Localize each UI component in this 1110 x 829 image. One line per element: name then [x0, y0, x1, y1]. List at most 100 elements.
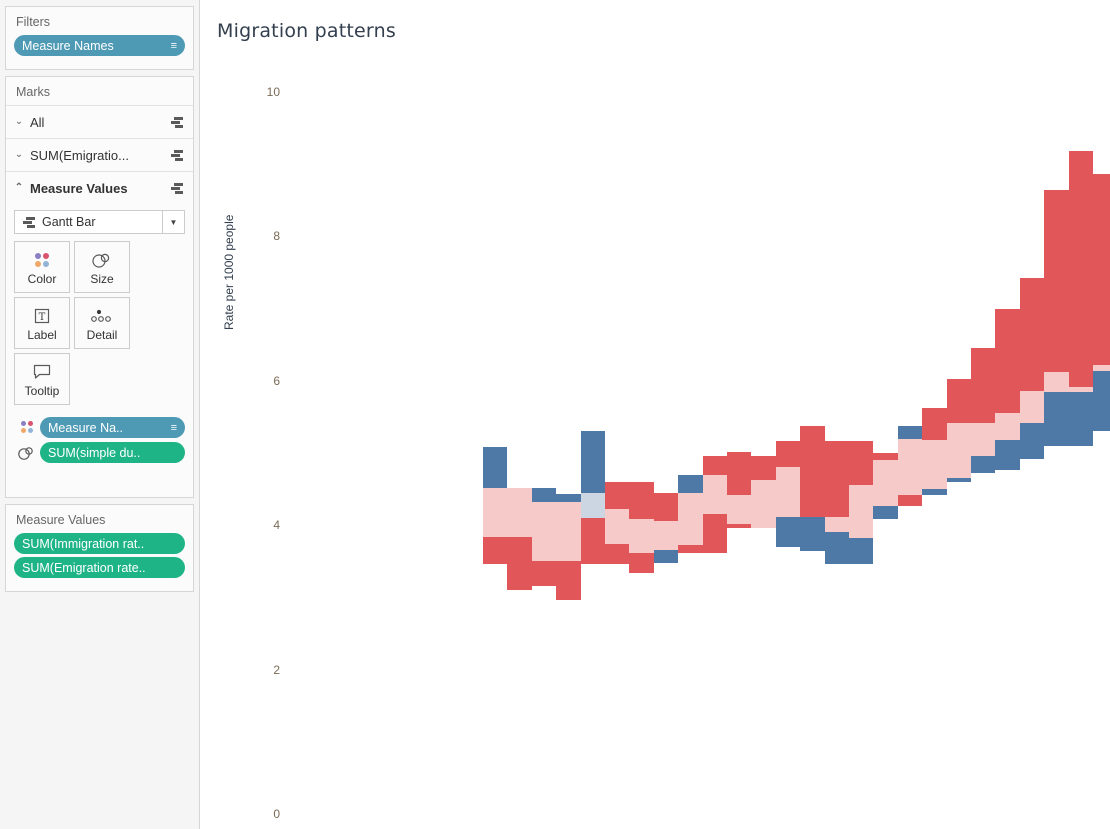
bar-overlap-emigration[interactable]: [947, 423, 971, 478]
bar-overlap-emigration[interactable]: [898, 439, 922, 495]
bar-immigration[interactable]: [1093, 371, 1110, 432]
bar-emigration[interactable]: [1020, 278, 1044, 391]
bar-immigration[interactable]: [532, 488, 556, 502]
bar-emigration[interactable]: [605, 482, 629, 509]
bar-immigration[interactable]: [678, 475, 702, 494]
bar-immigration[interactable]: [1044, 392, 1068, 445]
bar-overlap-emigration[interactable]: [971, 423, 995, 456]
encoding-pill-sum-simple-duration[interactable]: SUM(simple du..: [40, 442, 185, 463]
measure-values-card-title: Measure Values: [6, 505, 193, 533]
bar-overlap-emigration[interactable]: [825, 517, 849, 533]
bar-emigration[interactable]: [629, 553, 653, 572]
mark-type-dropdown[interactable]: Gantt Bar ▼: [14, 210, 185, 234]
bar-emigration[interactable]: [507, 537, 531, 590]
bar-immigration[interactable]: [654, 550, 678, 563]
color-shelf-button[interactable]: Color: [14, 241, 70, 293]
bar-overlap-emigration[interactable]: [995, 413, 1019, 440]
bar-overlap-emigration[interactable]: [678, 493, 702, 544]
bar-overlap-emigration[interactable]: [605, 509, 629, 544]
chevron-up-icon: ⌃: [12, 183, 26, 193]
bar-overlap-emigration[interactable]: [483, 488, 507, 537]
bar-overlap-emigration[interactable]: [1069, 387, 1093, 393]
bar-emigration[interactable]: [727, 524, 751, 528]
bar-emigration[interactable]: [849, 441, 873, 485]
bar-emigration[interactable]: [947, 379, 971, 422]
bar-overlap-emigration[interactable]: [751, 480, 775, 528]
bar-immigration[interactable]: [898, 426, 922, 439]
size-shelf-button[interactable]: Size: [74, 241, 130, 293]
bar-emigration[interactable]: [776, 441, 800, 467]
bar-emigration[interactable]: [556, 561, 580, 601]
bar-emigration[interactable]: [605, 544, 629, 564]
bar-immigration[interactable]: [995, 440, 1019, 470]
bar-emigration[interactable]: [898, 495, 922, 507]
bar-emigration[interactable]: [703, 514, 727, 553]
bar-immigration[interactable]: [947, 478, 971, 482]
bar-immigration[interactable]: [922, 489, 946, 495]
bar-emigration[interactable]: [825, 441, 849, 516]
detail-shelf-button[interactable]: Detail: [74, 297, 130, 349]
marks-row-measure-values[interactable]: ⌃ Measure Values: [6, 171, 193, 204]
bar-emigration[interactable]: [873, 453, 897, 460]
bar-overlap-emigration[interactable]: [849, 485, 873, 538]
bar-emigration[interactable]: [751, 456, 775, 481]
filter-pill-measure-names[interactable]: Measure Names ≡: [14, 35, 185, 56]
bar-emigration[interactable]: [483, 537, 507, 564]
bar-immigration[interactable]: [849, 538, 873, 564]
bar-overlap-emigration[interactable]: [1044, 372, 1068, 392]
bar-emigration[interactable]: [654, 493, 678, 520]
marks-row-all[interactable]: ⌄ All: [6, 105, 193, 138]
bar-immigration[interactable]: [800, 517, 824, 552]
bar-immigration[interactable]: [581, 431, 605, 494]
filter-pill-label: Measure Names: [22, 39, 165, 53]
bar-emigration[interactable]: [532, 561, 556, 586]
bar-emigration[interactable]: [703, 456, 727, 475]
bar-emigration[interactable]: [1044, 190, 1068, 372]
bar-immigration[interactable]: [556, 494, 580, 502]
bar-emigration[interactable]: [800, 426, 824, 517]
gantt-bar-icon: [169, 116, 185, 128]
filters-card-body: Measure Names ≡: [6, 35, 193, 69]
bar-immigration[interactable]: [873, 506, 897, 519]
bar-overlap-emigration[interactable]: [703, 475, 727, 514]
label-shelf-label: Label: [27, 328, 56, 342]
bar-overlap-emigration[interactable]: [629, 519, 653, 553]
bar-emigration[interactable]: [629, 482, 653, 520]
measure-pill-immigration-rate[interactable]: SUM(Immigration rat..: [14, 533, 185, 554]
y-axis-tick-label: 0: [240, 807, 280, 821]
bar-immigration[interactable]: [825, 532, 849, 564]
tooltip-shelf-button[interactable]: Tooltip: [14, 353, 70, 405]
bar-emigration[interactable]: [1093, 174, 1110, 365]
bar-immigration[interactable]: [971, 456, 995, 473]
bar-overlap-immigration[interactable]: [581, 493, 605, 518]
bar-overlap-emigration[interactable]: [507, 488, 531, 537]
bar-emigration[interactable]: [995, 309, 1019, 413]
label-shelf-button[interactable]: T Label: [14, 297, 70, 349]
bar-immigration[interactable]: [1069, 392, 1093, 445]
bar-immigration[interactable]: [776, 517, 800, 547]
bar-emigration[interactable]: [1069, 151, 1093, 386]
encoding-pill-label: SUM(simple du..: [48, 446, 177, 460]
marks-row-sum-emigration[interactable]: ⌄ SUM(Emigratio...: [6, 138, 193, 171]
bar-emigration[interactable]: [971, 348, 995, 423]
y-axis-tick-label: 6: [240, 374, 280, 388]
bar-immigration[interactable]: [483, 447, 507, 487]
y-axis-tick-label: 10: [240, 85, 280, 99]
bar-overlap-emigration[interactable]: [873, 460, 897, 506]
bar-overlap-emigration[interactable]: [1020, 391, 1044, 423]
bar-emigration[interactable]: [727, 452, 751, 495]
bar-emigration[interactable]: [922, 408, 946, 440]
bar-overlap-emigration[interactable]: [776, 467, 800, 516]
bar-emigration[interactable]: [678, 545, 702, 553]
bar-overlap-emigration[interactable]: [556, 502, 580, 560]
encoding-pill-measure-names[interactable]: Measure Na.. ≡: [40, 417, 185, 438]
bar-immigration[interactable]: [1020, 423, 1044, 459]
bar-overlap-emigration[interactable]: [727, 495, 751, 524]
bar-overlap-emigration[interactable]: [654, 521, 678, 550]
bar-overlap-emigration[interactable]: [1093, 365, 1110, 371]
measure-pill-emigration-rate[interactable]: SUM(Emigration rate..: [14, 557, 185, 578]
encoding-row-size: SUM(simple du..: [6, 442, 193, 463]
bar-emigration[interactable]: [581, 518, 605, 564]
bar-overlap-emigration[interactable]: [922, 440, 946, 489]
bar-overlap-emigration[interactable]: [532, 502, 556, 560]
